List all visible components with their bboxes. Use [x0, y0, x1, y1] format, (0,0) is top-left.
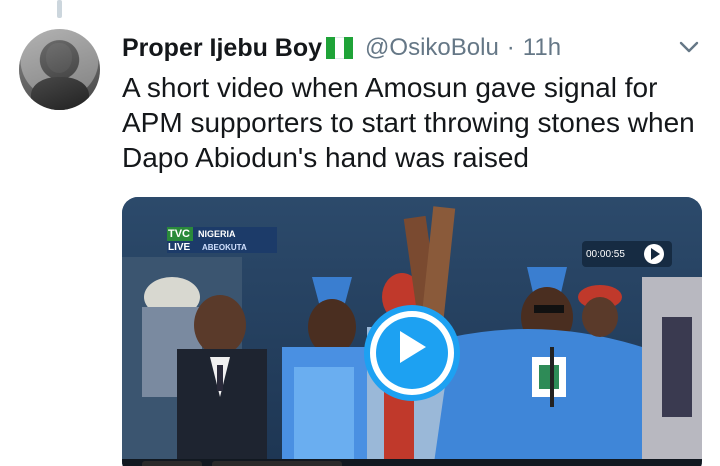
play-button[interactable] [364, 305, 460, 401]
video-timestamp: 00:00:55 [586, 249, 625, 260]
tweet-header: Proper Ijebu Boy @OsikoBolu · 11h [122, 31, 561, 65]
nigeria-flag-icon [326, 37, 354, 59]
tweet-text: A short video when Amosun gave signal fo… [122, 72, 695, 173]
location-label: ABEOKUTA [202, 243, 247, 252]
tweet-timestamp[interactable]: 11h [523, 34, 561, 62]
user-handle[interactable]: @OsikoBolu [365, 34, 499, 62]
avatar[interactable] [19, 29, 100, 110]
display-name[interactable]: Proper Ijebu Boy [122, 34, 322, 63]
thread-connector-line [57, 0, 62, 18]
live-label: LIVE [168, 242, 191, 253]
avatar-highlight [19, 29, 100, 110]
chevron-down-icon[interactable] [676, 36, 702, 58]
channel-region: NIGERIA [198, 229, 236, 239]
separator-dot: · [506, 34, 515, 61]
channel-logo: TVC [168, 228, 190, 240]
play-icon [400, 331, 426, 363]
